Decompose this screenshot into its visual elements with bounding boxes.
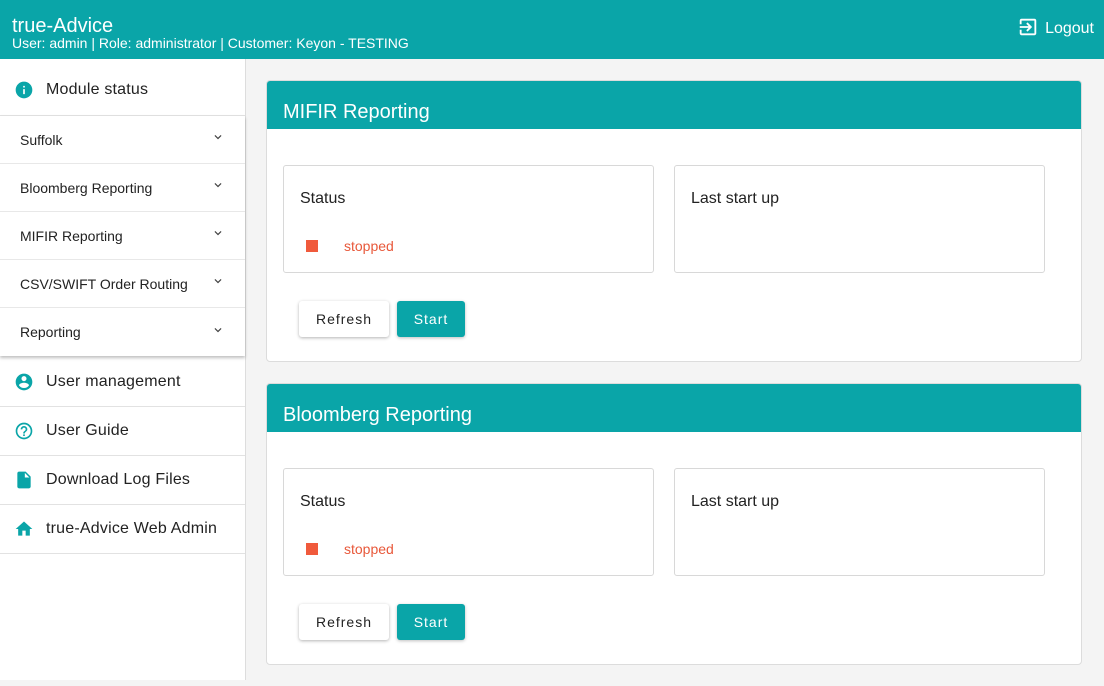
card-title: Bloomberg Reporting (267, 384, 1081, 432)
chevron-down-icon (211, 130, 225, 149)
card-title: MIFIR Reporting (267, 81, 1081, 129)
sidebar-item-label: Module status (46, 81, 149, 98)
sidebar-item-label: Bloomberg Reporting (20, 179, 153, 196)
sidebar: Module status Suffolk Bloomberg Reportin… (0, 59, 246, 680)
sidebar-item-download-log-files[interactable]: Download Log Files (0, 456, 245, 505)
card-body: Status stopped Last start up Refresh Sta… (267, 432, 1081, 664)
logout-icon (1017, 16, 1039, 43)
sidebar-item-mifir-reporting[interactable]: MIFIR Reporting (0, 212, 245, 260)
sidebar-item-label: User Guide (46, 422, 129, 439)
sidebar-item-label: true-Advice Web Admin (46, 520, 218, 537)
status-title: Status (300, 190, 346, 207)
info-icon (14, 80, 34, 100)
module-list: Suffolk Bloomberg Reporting MIFIR Report… (0, 116, 245, 356)
last-startup-title: Last start up (691, 190, 780, 207)
user-info: User: admin | Role: administrator | Cust… (12, 35, 409, 51)
start-button[interactable]: Start (397, 301, 465, 337)
file-icon (14, 470, 34, 490)
chevron-down-icon (211, 323, 225, 342)
sidebar-item-label: User management (46, 373, 181, 390)
status-indicator: stopped (306, 541, 394, 557)
sidebar-item-label: Suffolk (20, 131, 63, 148)
chevron-down-icon (211, 178, 225, 197)
sidebar-item-label: CSV/SWIFT Order Routing (20, 275, 188, 292)
status-text: stopped (344, 541, 394, 557)
last-startup-panel: Last start up (674, 468, 1045, 576)
start-button[interactable]: Start (397, 604, 465, 640)
status-indicator: stopped (306, 238, 394, 254)
app-header: true-Advice User: admin | Role: administ… (0, 0, 1104, 59)
sidebar-item-user-management[interactable]: User management (0, 358, 245, 407)
sidebar-item-suffolk[interactable]: Suffolk (0, 116, 245, 164)
status-text: stopped (344, 238, 394, 254)
account-circle-icon (14, 372, 34, 392)
sidebar-item-reporting[interactable]: Reporting (0, 308, 245, 356)
module-card-bloomberg: Bloomberg Reporting Status stopped Last … (266, 383, 1082, 665)
refresh-button[interactable]: Refresh (299, 604, 389, 640)
status-panel: Status stopped (283, 468, 654, 576)
home-icon (14, 519, 34, 539)
chevron-down-icon (211, 226, 225, 245)
main-content: MIFIR Reporting Status stopped Last star… (266, 80, 1082, 686)
sidebar-item-label: Reporting (20, 324, 81, 340)
logout-button[interactable]: Logout (1017, 17, 1094, 41)
sidebar-item-bloomberg-reporting[interactable]: Bloomberg Reporting (0, 164, 245, 212)
sidebar-item-csv-swift-order-routing[interactable]: CSV/SWIFT Order Routing (0, 260, 245, 308)
help-circle-icon (14, 421, 34, 441)
refresh-button[interactable]: Refresh (299, 301, 389, 337)
sidebar-item-label: Download Log Files (46, 471, 191, 488)
sidebar-item-module-status[interactable]: Module status (0, 59, 245, 116)
app-title: true-Advice (12, 15, 114, 37)
stopped-icon (306, 240, 318, 252)
status-panel: Status stopped (283, 165, 654, 273)
last-startup-title: Last start up (691, 493, 780, 510)
module-card-mifir: MIFIR Reporting Status stopped Last star… (266, 80, 1082, 362)
chevron-down-icon (211, 274, 225, 293)
stopped-icon (306, 543, 318, 555)
logout-label: Logout (1045, 20, 1094, 37)
last-startup-panel: Last start up (674, 165, 1045, 273)
sidebar-item-label: MIFIR Reporting (20, 227, 123, 244)
status-title: Status (300, 493, 346, 510)
card-body: Status stopped Last start up Refresh Sta… (267, 129, 1081, 361)
sidebar-item-user-guide[interactable]: User Guide (0, 407, 245, 456)
sidebar-item-web-admin[interactable]: true-Advice Web Admin (0, 505, 245, 554)
